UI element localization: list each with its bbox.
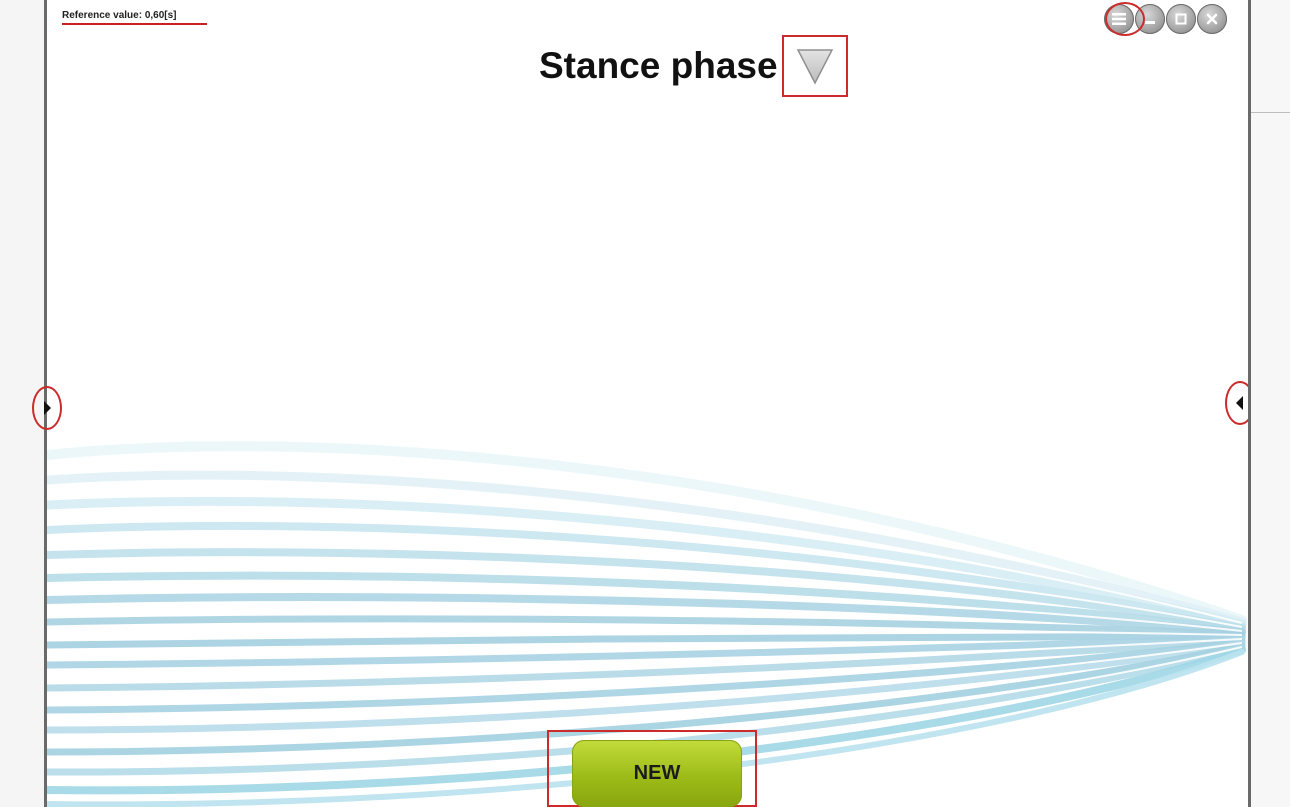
right-panel-strip bbox=[1251, 0, 1290, 807]
close-icon bbox=[1206, 13, 1218, 25]
close-button[interactable] bbox=[1197, 4, 1227, 34]
maximize-icon bbox=[1175, 13, 1187, 25]
right-panel-divider bbox=[1251, 112, 1290, 113]
triangle-down-icon bbox=[796, 49, 833, 85]
minimize-button[interactable] bbox=[1135, 4, 1165, 34]
minimize-icon bbox=[1145, 21, 1155, 24]
background-waves bbox=[47, 441, 1247, 807]
new-button[interactable]: NEW bbox=[572, 740, 742, 807]
screen: Reference value: 0,60[s] Stance phase NE… bbox=[0, 0, 1290, 807]
reference-value-underline bbox=[62, 23, 207, 25]
page-header: Stance phase bbox=[539, 34, 848, 98]
phase-dropdown-button[interactable] bbox=[781, 35, 848, 97]
right-toggle-highlight bbox=[1225, 381, 1248, 425]
window-controls bbox=[1104, 4, 1227, 34]
menu-button[interactable] bbox=[1104, 4, 1134, 34]
left-panel-toggle[interactable] bbox=[32, 386, 62, 430]
left-toggle-highlight bbox=[32, 386, 62, 430]
page-title: Stance phase bbox=[539, 45, 778, 86]
app-window: Reference value: 0,60[s] Stance phase NE… bbox=[44, 0, 1251, 807]
hamburger-menu-icon bbox=[1112, 13, 1126, 25]
reference-value-text: Reference value: 0,60[s] bbox=[62, 10, 177, 21]
maximize-button[interactable] bbox=[1166, 4, 1196, 34]
right-panel-toggle[interactable] bbox=[1225, 381, 1248, 425]
